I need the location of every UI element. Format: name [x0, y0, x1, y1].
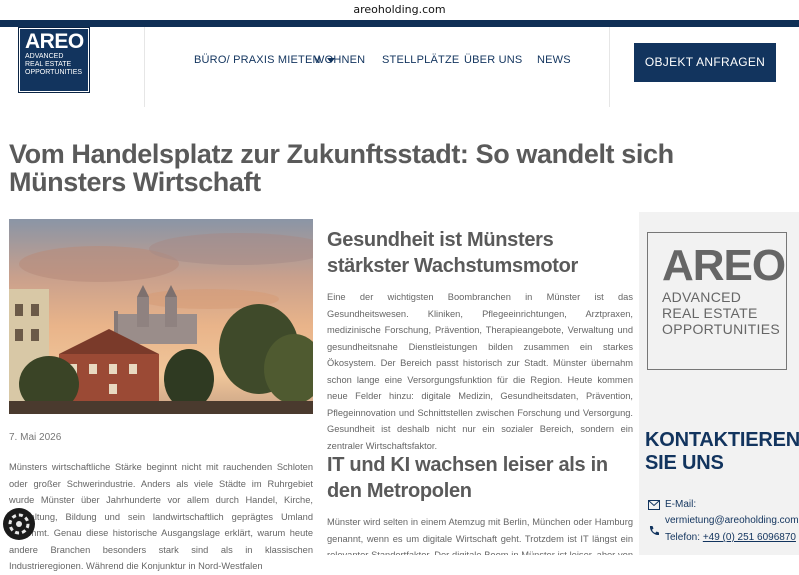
browser-url-bar[interactable]: areoholding.com	[0, 0, 799, 20]
cookie-settings-button[interactable]	[3, 508, 35, 540]
site-logo[interactable]: AREO ADVANCED REAL ESTATE OPPORTUNITIES	[18, 27, 90, 93]
article-date: 7. Mai 2026	[9, 432, 62, 443]
sidebar-logo-line3: OPPORTUNITIES	[662, 321, 780, 337]
section-body-gesundheit: Eine der wichtigsten Boombranchen in Mün…	[327, 292, 633, 451]
logo-line3: OPPORTUNITIES	[25, 69, 83, 76]
email-label: E-Mail:	[665, 499, 697, 510]
phone-link[interactable]: +49 (0) 251 6096870	[703, 532, 796, 543]
logo-line1: ADVANCED	[25, 53, 64, 60]
header-divider	[144, 27, 145, 107]
top-stripe	[0, 20, 799, 27]
sidebar-logo-line1: ADVANCED	[662, 289, 742, 305]
objekt-anfragen-button[interactable]: OBJEKT ANFRAGEN	[634, 43, 776, 82]
contact-heading: KONTAKTIEREN SIE UNS	[645, 429, 799, 474]
cookie-icon	[8, 513, 30, 535]
contact-email: E-Mail: vermietung@areoholding.com	[648, 498, 799, 528]
article-intro: Münsters wirtschaftliche Stärke beginnt …	[9, 462, 313, 571]
logo-wordmark: AREO	[25, 30, 84, 53]
section-heading-it-ki: IT und KI wachsen leiser als in den Metr…	[327, 454, 608, 502]
sidebar-logo-wordmark: AREO	[662, 241, 786, 290]
nav-item-ueber-uns[interactable]: ÜBER UNS	[464, 54, 522, 68]
logo-line2: REAL ESTATE	[25, 61, 72, 68]
section-body-it-ki: Münster wird selten in einem Atemzug mit…	[327, 517, 633, 555]
nav-item-stellplaetze[interactable]: STELLPLÄTZE	[382, 54, 459, 68]
phone-icon	[649, 526, 659, 536]
email-link[interactable]: vermietung@areoholding.com	[665, 514, 799, 528]
sidebar-logo: AREO ADVANCED REAL ESTATE OPPORTUNITIES	[647, 232, 787, 370]
sidebar-logo-line2: REAL ESTATE	[662, 305, 758, 321]
article-photo	[9, 219, 313, 414]
url-text: areoholding.com	[353, 3, 446, 16]
header-divider	[609, 27, 610, 107]
nav-item-news[interactable]: NEWS	[537, 54, 571, 68]
nav-item-wohnen[interactable]: WOHNEN	[314, 54, 365, 68]
phone-line: Telefon: +49 (0) 251 6096870	[665, 531, 796, 545]
contact-phone: Telefon: +49 (0) 251 6096870	[648, 526, 798, 547]
section-heading-gesundheit: Gesundheit ist Münsters stärkster Wachst…	[327, 229, 579, 277]
article-title: Vom Handelsplatz zur Zukunftsstadt: So w…	[9, 139, 674, 197]
mail-icon	[648, 500, 660, 510]
phone-label: Telefon:	[665, 532, 701, 543]
